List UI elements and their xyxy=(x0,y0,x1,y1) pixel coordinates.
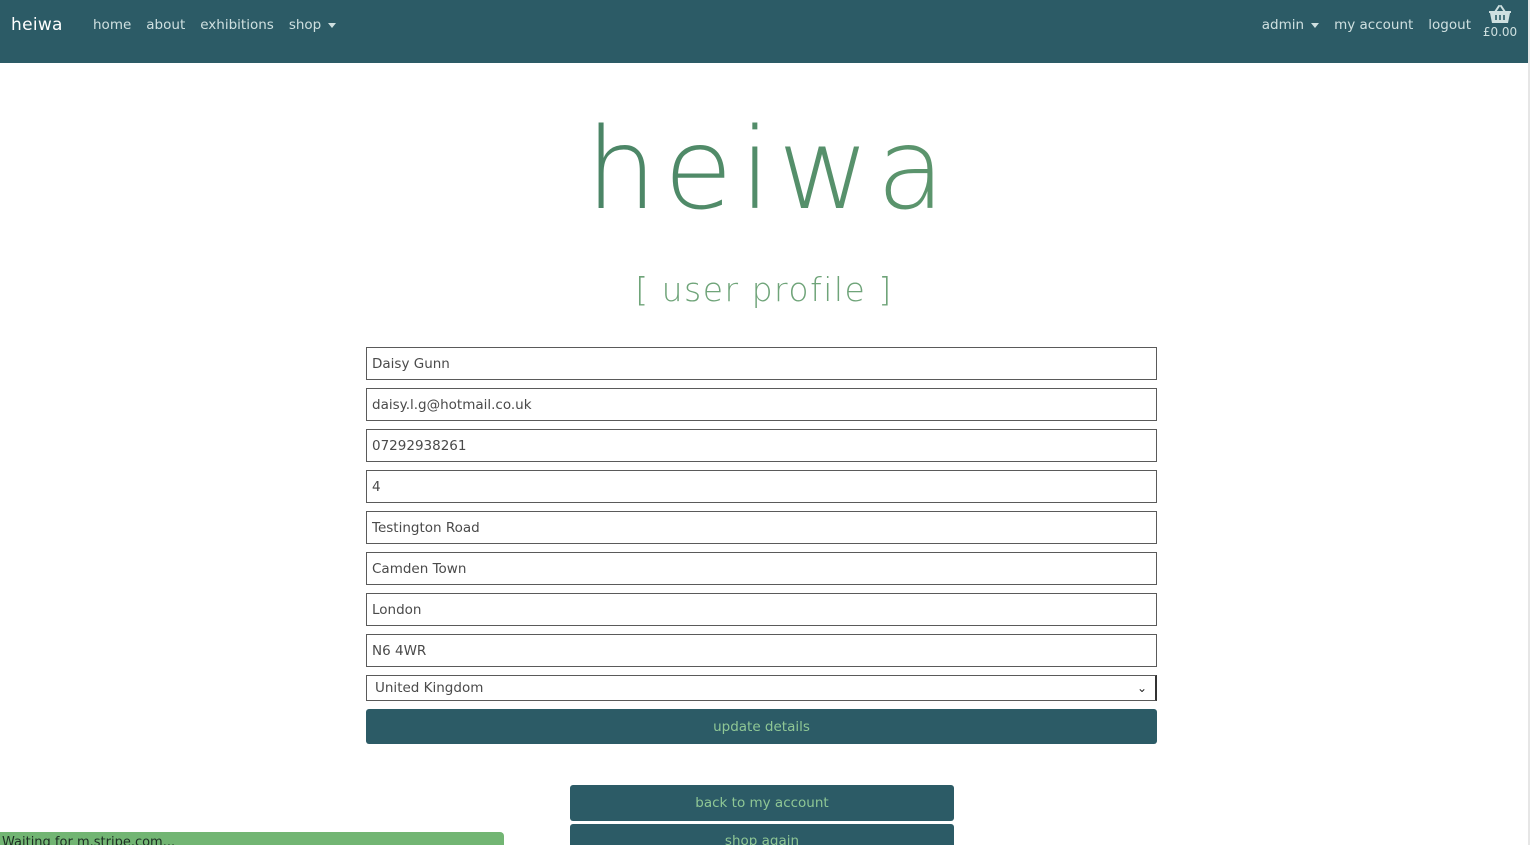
chevron-down-icon xyxy=(1311,22,1320,28)
page-title: [ user profile ] xyxy=(635,270,893,309)
full-name-field[interactable]: Daisy Gunn xyxy=(366,347,1157,380)
nav-admin-dropdown[interactable]: admin xyxy=(1261,17,1320,33)
basket-total: £0.00 xyxy=(1482,25,1518,39)
nav-admin-label: admin xyxy=(1261,17,1305,33)
chevron-down-icon: ⌄ xyxy=(1136,681,1147,695)
main-nav: home about exhibitions shop xyxy=(93,17,337,33)
address-line1-field[interactable]: 4 xyxy=(366,470,1157,503)
site-logo: heiwa xyxy=(0,105,1528,235)
nav-about[interactable]: about xyxy=(146,17,185,33)
update-details-button[interactable]: update details xyxy=(366,709,1157,744)
logo-text: heiwa xyxy=(585,105,953,235)
basket-link[interactable]: £0.00 xyxy=(1481,4,1519,39)
town-field[interactable]: Camden Town xyxy=(366,552,1157,585)
nav-logout[interactable]: logout xyxy=(1428,17,1471,33)
browser-status-bar: Waiting for m.stripe.com... xyxy=(0,832,504,845)
basket-icon xyxy=(1489,5,1511,23)
shop-again-button[interactable]: shop again xyxy=(570,824,954,845)
country-value: United Kingdom xyxy=(375,680,484,696)
nav-shop-label: shop xyxy=(288,17,322,33)
nav-shop-dropdown[interactable]: shop xyxy=(288,17,337,33)
chevron-down-icon xyxy=(328,22,337,28)
postcode-field[interactable]: N6 4WR xyxy=(366,634,1157,667)
nav-exhibitions[interactable]: exhibitions xyxy=(200,17,274,33)
account-nav: admin my account logout xyxy=(1262,17,1471,33)
back-to-account-button[interactable]: back to my account xyxy=(570,785,954,821)
address-line2-field[interactable]: Testington Road xyxy=(366,511,1157,544)
top-navbar: heiwa home about exhibitions shop admin … xyxy=(0,0,1528,63)
phone-field[interactable]: 07292938261 xyxy=(366,429,1157,462)
profile-form: Daisy Gunn daisy.l.g@hotmail.co.uk 07292… xyxy=(366,347,1157,744)
navbar-brand[interactable]: heiwa xyxy=(11,15,63,35)
email-field[interactable]: daisy.l.g@hotmail.co.uk xyxy=(366,388,1157,421)
nav-my-account[interactable]: my account xyxy=(1334,17,1413,33)
city-field[interactable]: London xyxy=(366,593,1157,626)
country-select[interactable]: United Kingdom ⌄ xyxy=(366,675,1157,701)
nav-home[interactable]: home xyxy=(93,17,131,33)
